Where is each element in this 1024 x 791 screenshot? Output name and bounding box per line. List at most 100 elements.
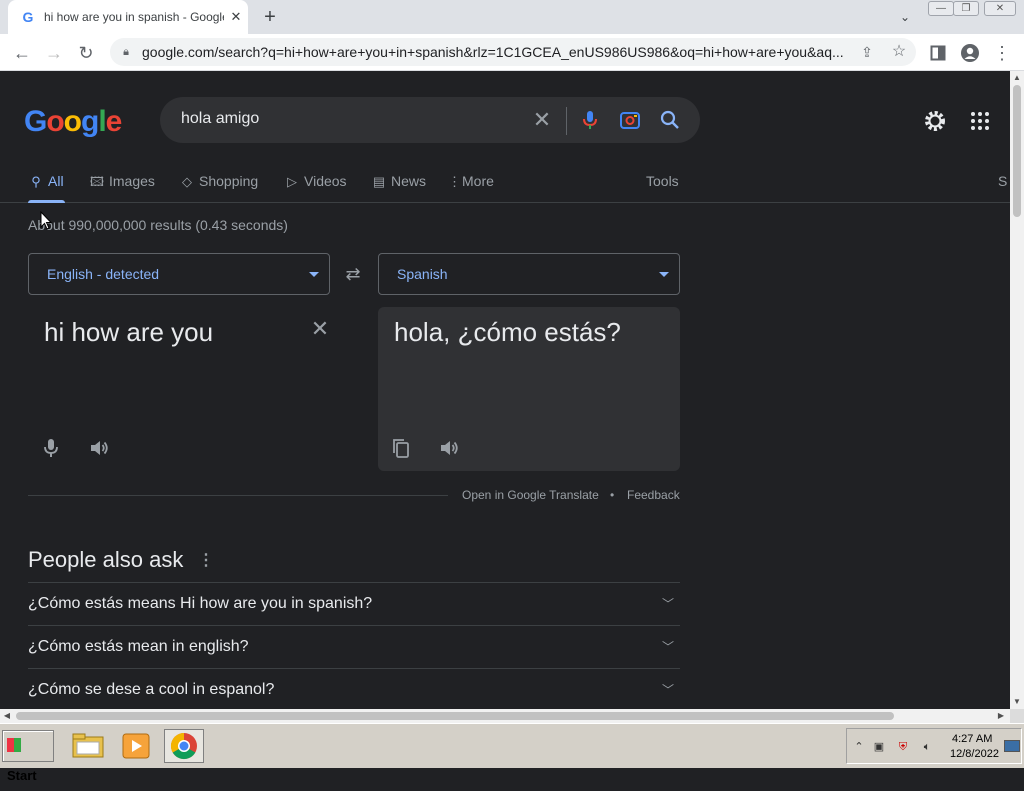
google-apps-grid-icon[interactable]	[970, 111, 990, 131]
paa-question[interactable]: ¿Cómo se dese a cool in espanol? ﹀	[28, 668, 680, 709]
vertical-scrollbar[interactable]: ▲ ▼	[1010, 71, 1024, 709]
tools-button[interactable]: Tools	[646, 171, 679, 193]
scroll-right-arrow-icon[interactable]: ▶	[994, 709, 1008, 723]
image-icon: 🖾	[89, 174, 105, 189]
back-arrow-icon[interactable]: ←	[10, 41, 34, 65]
tab-shopping[interactable]: ◇ Shopping	[179, 171, 258, 193]
tab-news[interactable]: ▤ News	[371, 171, 426, 193]
search-magnifier-icon[interactable]	[658, 108, 682, 132]
reload-icon[interactable]: ↻	[74, 41, 98, 65]
security-alert-icon[interactable]: ⛨	[896, 740, 910, 754]
chevron-down-icon: ﹀	[661, 597, 674, 611]
dropdown-caret-icon	[659, 272, 669, 277]
address-bar[interactable]: 🔒︎ google.com/search?q=hi+how+are+you+in…	[110, 38, 916, 66]
network-icon[interactable]: ▣	[872, 740, 886, 754]
search-tabs: ⚲ All 🖾 Images ◇ Shopping ▷ Videos ▤ News ⋮Mo…	[0, 163, 1010, 203]
lock-icon: 🔒︎	[123, 46, 129, 58]
vertical-scroll-thumb[interactable]	[1013, 85, 1021, 217]
scroll-down-arrow-icon[interactable]: ▼	[1010, 695, 1024, 709]
volume-icon[interactable]: 🔈︎	[920, 740, 934, 754]
browser-toolbar: ← → ↻ 🔒︎ google.com/search?q=hi+how+are+…	[0, 34, 1024, 71]
kebab-icon: ⋮	[448, 174, 461, 189]
tab-more[interactable]: ⋮More	[448, 171, 494, 193]
clear-search-icon[interactable]: ✕	[530, 108, 554, 132]
copy-icon[interactable]	[391, 437, 411, 459]
source-language-label: English - detected	[47, 266, 160, 282]
horizontal-scroll-thumb[interactable]	[16, 712, 894, 720]
clear-source-icon[interactable]: ✕	[308, 317, 332, 341]
safesearch-label[interactable]: S	[998, 171, 1007, 193]
search-box[interactable]: hola amigo ✕	[160, 97, 700, 143]
share-icon[interactable]: ⇪	[856, 41, 878, 63]
media-player-icon[interactable]	[116, 729, 156, 763]
footer-separator: •	[610, 488, 615, 502]
restore-window-button[interactable]: ❐	[953, 1, 979, 16]
google-favicon-icon: G	[22, 9, 34, 25]
chevron-down-icon: ﹀	[661, 640, 674, 654]
close-tab-icon[interactable]: ✕	[227, 8, 245, 26]
active-tab-indicator	[28, 200, 65, 203]
start-button[interactable]: Start	[2, 730, 54, 783]
new-tab-icon[interactable]: +	[258, 5, 282, 29]
tab-all[interactable]: ⚲ All	[28, 171, 63, 193]
file-explorer-icon[interactable]	[68, 729, 108, 763]
forward-arrow-icon[interactable]: →	[42, 41, 66, 65]
close-window-button[interactable]: ✕	[984, 1, 1016, 16]
paa-question-text: ¿Cómo estás means Hi how are you in span…	[28, 595, 373, 612]
tab-images[interactable]: 🖾 Images	[89, 171, 155, 193]
windows-taskbar: Start ⌃ ▣ ⛨ 🔈︎ 4:27 AM 12/8/2022	[0, 723, 1024, 783]
browser-tabstrip: G hi how are you in spanish - Google ✕ +…	[0, 0, 1024, 34]
scroll-left-arrow-icon[interactable]: ◀	[0, 709, 14, 723]
microphone-icon[interactable]	[41, 437, 61, 459]
search-results-page: Google hola amigo ✕ ⚲ All 🖾 Images ◇ Shoppi…	[0, 71, 1010, 709]
clock-date[interactable]: 12/8/2022	[950, 748, 999, 760]
open-in-google-translate-link[interactable]: Open in Google Translate	[462, 488, 599, 502]
paa-question-text: ¿Cómo estás mean in english?	[28, 638, 249, 655]
more-options-icon[interactable]: ⋮	[198, 551, 214, 571]
scroll-up-arrow-icon[interactable]: ▲	[1010, 71, 1024, 85]
feedback-link[interactable]: Feedback	[627, 488, 680, 502]
tag-icon: ◇	[182, 174, 192, 189]
bookmark-star-icon[interactable]: ☆	[888, 41, 910, 63]
tab-search-chevron-icon[interactable]: ⌄	[896, 8, 914, 26]
profile-avatar-icon[interactable]	[958, 41, 982, 65]
swap-languages-icon[interactable]: ⇄	[342, 263, 364, 285]
source-text[interactable]: hi how are you	[44, 317, 213, 348]
source-text-panel[interactable]: hi how are you ✕	[28, 307, 330, 471]
newspaper-icon: ▤	[372, 174, 386, 189]
horizontal-scrollbar[interactable]: ◀ ▶	[0, 709, 1010, 723]
mouse-cursor-icon	[40, 210, 53, 231]
tab-videos[interactable]: ▷ Videos	[284, 171, 347, 193]
voice-search-mic-icon[interactable]	[578, 108, 602, 132]
translate-footer-divider	[28, 495, 448, 496]
minimize-window-button[interactable]: —	[928, 1, 954, 16]
search-divider	[566, 107, 567, 135]
target-language-select[interactable]: Spanish	[378, 253, 680, 295]
source-language-select[interactable]: English - detected	[28, 253, 330, 295]
google-logo[interactable]: Google	[24, 105, 122, 139]
search-icon: ⚲	[31, 174, 41, 189]
clock-time[interactable]: 4:27 AM	[952, 733, 992, 745]
play-icon: ▷	[287, 174, 297, 189]
listen-speaker-icon[interactable]	[438, 437, 460, 459]
result-stats: About 990,000,000 results (0.43 seconds)	[28, 217, 288, 233]
paa-question[interactable]: ¿Cómo estás mean in english? ﹀	[28, 625, 680, 668]
tab-title: hi how are you in spanish - Google	[44, 10, 224, 24]
settings-gear-icon[interactable]	[922, 108, 948, 134]
browser-menu-icon[interactable]: ⋮	[990, 41, 1014, 65]
url-text[interactable]: google.com/search?q=hi+how+are+you+in+sp…	[142, 44, 858, 60]
scrollbar-corner	[1010, 709, 1024, 723]
side-panel-icon[interactable]	[926, 41, 950, 65]
google-lens-camera-icon[interactable]	[618, 108, 642, 132]
listen-speaker-icon[interactable]	[88, 437, 110, 459]
chrome-taskbar-icon[interactable]	[164, 729, 204, 763]
browser-tab[interactable]: G hi how are you in spanish - Google ✕	[8, 0, 248, 34]
paa-question-text: ¿Cómo se dese a cool in espanol?	[28, 681, 275, 698]
show-hidden-icons-chevron-icon[interactable]: ⌃	[852, 740, 866, 754]
search-input[interactable]: hola amigo	[181, 110, 259, 128]
paa-question[interactable]: ¿Cómo estás means Hi how are you in span…	[28, 582, 680, 625]
show-desktop-icon[interactable]	[1004, 740, 1020, 752]
target-text-panel: hola, ¿cómo estás?	[378, 307, 680, 471]
chevron-down-icon: ﹀	[661, 683, 674, 697]
people-also-ask-heading: People also ask	[28, 547, 184, 572]
